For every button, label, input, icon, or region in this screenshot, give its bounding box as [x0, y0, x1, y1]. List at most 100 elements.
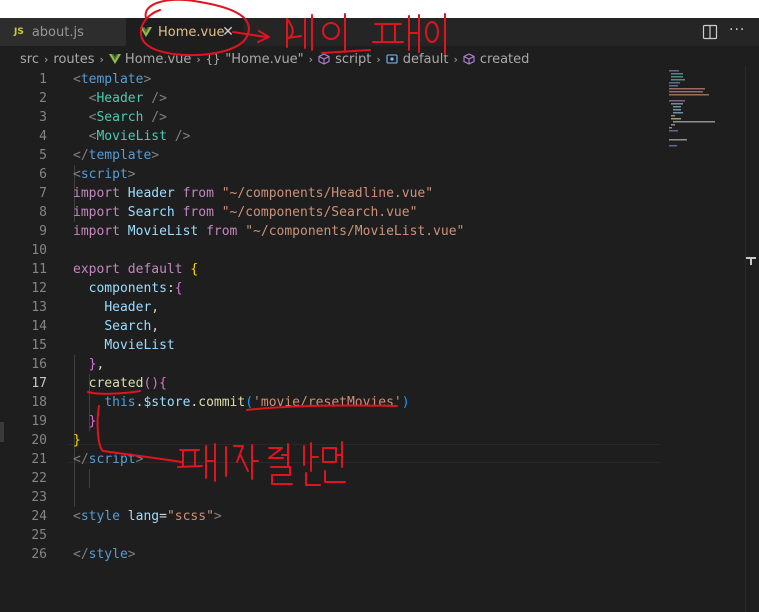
code-text: components:{ [73, 279, 183, 298]
code-token: , [96, 357, 105, 372]
tab-about-js[interactable]: JS about.js [0, 18, 126, 46]
code-token: style [88, 547, 128, 562]
code-line[interactable]: 6 <script> [0, 165, 665, 184]
code-token: template [88, 148, 152, 163]
code-token: MovieList [127, 224, 199, 239]
code-text: created(){ [73, 374, 167, 393]
code-line[interactable]: 24 <style lang="scss"> [0, 507, 665, 526]
code-token: "scss" [166, 509, 214, 524]
code-line[interactable]: 5 </template> [0, 146, 665, 165]
code-line[interactable]: 10 [0, 241, 665, 260]
code-text: } [73, 431, 81, 450]
code-editor[interactable]: 1 <template> 2 <Header /> 3 <Search /> 4 <Mo… [0, 70, 759, 612]
code-line[interactable]: 15 MovieList [0, 336, 665, 355]
code-token: template [80, 72, 144, 87]
code-text: <template> [73, 70, 151, 89]
code-token: Search [104, 319, 152, 334]
breadcrumb-label: routes [53, 51, 95, 67]
breadcrumb-item-document[interactable]: {} "Home.vue" [206, 52, 304, 67]
code-token: lang [127, 509, 160, 524]
code-line[interactable]: 4 <MovieList /> [0, 127, 665, 146]
code-line[interactable]: 19 } [0, 412, 665, 431]
breadcrumb-separator: › [376, 52, 381, 66]
code-line[interactable]: 21 </script> [0, 450, 665, 469]
window-top-strip [0, 0, 759, 18]
line-number: 25 [31, 528, 47, 543]
tab-home-vue[interactable]: Home.vue ✕ [126, 18, 244, 46]
code-line[interactable]: 16 }, [0, 355, 665, 374]
close-icon[interactable]: ✕ [220, 24, 236, 40]
line-number: 1 [39, 72, 47, 87]
tab-bar: JS about.js Home.vue ✕ ··· [0, 18, 759, 46]
code-token: components [88, 281, 167, 296]
breadcrumb-item-default[interactable]: default [386, 52, 448, 67]
scrollbar-cursor-marker [746, 257, 756, 265]
code-token: script [88, 452, 136, 467]
line-number: 15 [31, 338, 47, 353]
code-token: script [80, 167, 128, 182]
code-token: import [73, 186, 120, 201]
code-token: > [213, 509, 222, 524]
code-line[interactable]: 26 </style> [0, 545, 665, 564]
breadcrumb-item-routes[interactable]: routes [53, 52, 94, 67]
code-token: , [151, 319, 160, 334]
code-line[interactable]: 17 created(){ [0, 374, 665, 393]
code-line[interactable]: 9 import MovieList from "~/components/Mov… [0, 222, 665, 241]
breadcrumb-label: script [335, 51, 372, 67]
code-line[interactable]: 11 export default { [0, 260, 665, 279]
code-token: > [143, 72, 152, 87]
code-text: import Search from "~/components/Search.… [73, 203, 417, 222]
code-token: < [73, 509, 81, 524]
line-number: 12 [31, 281, 47, 296]
cube-icon [463, 53, 475, 65]
code-line[interactable]: 8 import Search from "~/components/Search… [0, 203, 665, 222]
line-number: 23 [31, 490, 47, 505]
breadcrumb-item-script[interactable]: script [318, 52, 371, 67]
code-token: "~/components/MovieList.vue" [245, 224, 465, 239]
code-line[interactable]: 23 [0, 488, 665, 507]
breadcrumb-item-created[interactable]: created [463, 52, 529, 67]
code-token: = [159, 509, 167, 524]
code-line[interactable]: 2 <Header /> [0, 89, 665, 108]
code-line[interactable]: 20} [0, 431, 665, 450]
more-actions-icon[interactable]: ··· [729, 23, 745, 39]
code-line[interactable]: 1 <template> [0, 70, 665, 89]
code-token: ) [401, 395, 410, 410]
code-token: > [151, 148, 160, 163]
line-number: 8 [39, 205, 47, 220]
code-line[interactable]: 13 Header, [0, 298, 665, 317]
code-token: import [73, 224, 120, 239]
code-text: </template> [73, 146, 159, 165]
code-line[interactable]: 14 Search, [0, 317, 665, 336]
breadcrumb-separator: › [308, 52, 314, 66]
code-line[interactable]: 12 components:{ [0, 279, 665, 298]
minimap[interactable] [665, 66, 743, 612]
code-line[interactable]: 18 this.$store.commit('movie/resetMovies… [0, 393, 665, 412]
code-token: 'movie/resetMovies' [253, 395, 402, 410]
line-number: 16 [31, 357, 47, 372]
code-line[interactable]: 7 import Header from "~/components/Headli… [0, 184, 665, 203]
line-number: 9 [39, 224, 47, 239]
code-text: <style lang="scss"> [73, 507, 222, 526]
code-token: Search [96, 110, 144, 125]
split-editor-icon[interactable] [702, 24, 718, 40]
line-number: 6 [39, 167, 47, 182]
vertical-scrollbar[interactable] [745, 66, 759, 612]
code-line[interactable]: 3 <Search /> [0, 108, 665, 127]
breadcrumb-item-file[interactable]: Home.vue [108, 52, 191, 67]
code-line[interactable]: 22 [0, 469, 665, 488]
code-token: : [166, 281, 175, 296]
code-token: /> [166, 129, 191, 144]
code-line[interactable]: 25 [0, 526, 665, 545]
breadcrumb-item-src[interactable]: src [20, 52, 39, 67]
